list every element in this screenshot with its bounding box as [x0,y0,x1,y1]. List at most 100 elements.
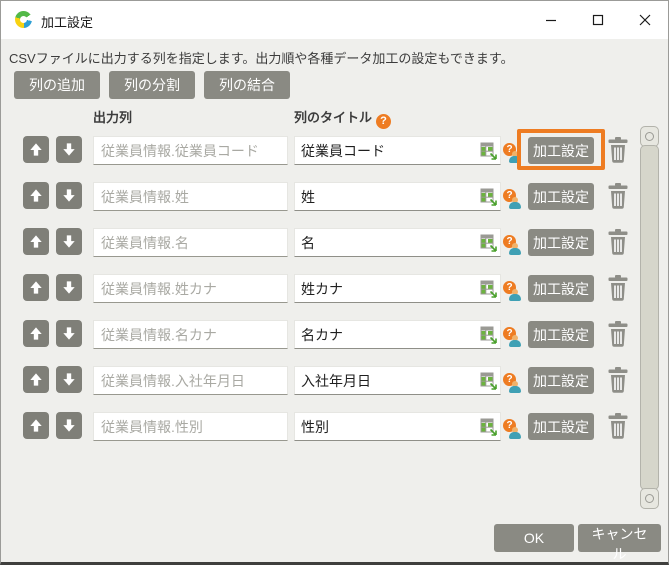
process-settings-button[interactable]: 加工設定 [528,413,594,440]
move-down-button[interactable] [56,136,82,163]
person-body [509,248,521,255]
move-down-button[interactable] [56,274,82,301]
move-up-button[interactable] [23,136,49,163]
move-up-button[interactable] [23,412,49,439]
column-row: ? 加工設定 [1,412,669,452]
move-down-button[interactable] [56,320,82,347]
help-question-icon[interactable]: ? [503,327,521,348]
ok-button[interactable]: OK [494,524,574,552]
person-body [509,294,521,301]
process-settings-button[interactable]: 加工設定 [528,367,594,394]
title-field [294,182,501,211]
move-up-button[interactable] [23,182,49,209]
table-select-icon[interactable] [480,234,497,252]
process-settings-button[interactable]: 加工設定 [528,137,594,164]
person-body [509,202,521,209]
output-column-input[interactable] [93,320,288,349]
trash-can-icon [607,275,629,301]
output-column-input[interactable] [93,412,288,441]
column-row: ? 加工設定 [1,182,669,222]
output-column-input[interactable] [93,136,288,165]
table-select-icon[interactable] [480,326,497,344]
arrow-up-icon [29,234,43,249]
process-settings-button[interactable]: 加工設定 [528,183,594,210]
trash-icon[interactable] [606,321,630,348]
title-field [294,412,501,441]
help-question-icon[interactable]: ? [503,281,521,302]
move-up-button[interactable] [23,274,49,301]
help-question-icon[interactable]: ? [503,189,521,210]
trash-can-icon [607,367,629,393]
column-title-input[interactable] [295,137,478,164]
move-up-button[interactable] [23,228,49,255]
help-question-icon[interactable]: ? [503,419,521,440]
trash-icon[interactable] [606,367,630,394]
trash-icon[interactable] [606,275,630,302]
process-settings-button[interactable]: 加工設定 [528,229,594,256]
column-title-input[interactable] [295,229,478,256]
table-select-icon[interactable] [480,188,497,206]
scroll-down-button[interactable] [640,488,659,509]
arrow-up-icon [29,280,43,295]
scroll-up-button[interactable] [640,126,659,147]
output-column-input[interactable] [93,182,288,211]
move-down-button[interactable] [56,228,82,255]
process-settings-button[interactable]: 加工設定 [528,275,594,302]
arrow-up-icon [29,372,43,387]
arrow-up-icon [29,326,43,341]
move-up-button[interactable] [23,320,49,347]
table-grid-icon [480,326,497,344]
output-column-input[interactable] [93,366,288,395]
trash-icon[interactable] [606,183,630,210]
table-grid-icon [480,372,497,390]
table-select-icon[interactable] [480,418,497,436]
table-grid-icon [480,418,497,436]
trash-icon[interactable] [606,137,630,164]
trash-icon[interactable] [606,413,630,440]
column-row: ? 加工設定 [1,136,669,176]
column-title-input[interactable] [295,275,478,302]
process-settings-button[interactable]: 加工設定 [528,321,594,348]
column-title-input[interactable] [295,413,478,440]
trash-icon[interactable] [606,229,630,256]
arrow-down-icon [62,280,76,295]
move-down-button[interactable] [56,366,82,393]
table-select-icon[interactable] [480,142,497,160]
trash-can-icon [607,413,629,439]
trash-can-icon [607,137,629,163]
arrow-down-icon [62,234,76,249]
person-body [509,156,521,163]
title-field [294,366,501,395]
arrow-up-icon [29,142,43,157]
column-title-input[interactable] [295,183,478,210]
arrow-down-icon [62,142,76,157]
cancel-button[interactable]: キャンセル [578,524,661,552]
move-up-button[interactable] [23,366,49,393]
help-question-icon[interactable]: ? [503,143,521,164]
table-select-icon[interactable] [480,372,497,390]
person-body [509,432,521,439]
help-question-icon[interactable]: ? [503,373,521,394]
table-grid-icon [480,188,497,206]
table-grid-icon [480,142,497,160]
help-question-icon[interactable]: ? [503,235,521,256]
output-column-input[interactable] [93,274,288,303]
column-title-input[interactable] [295,367,478,394]
scroll-down-icon [645,494,654,503]
title-field [294,228,501,257]
table-select-icon[interactable] [480,280,497,298]
move-down-button[interactable] [56,412,82,439]
title-field [294,136,501,165]
processing-settings-dialog: 加工設定 CSVファイルに出力する列を指定します。出力順や各種データ加工の設定も… [0,0,669,565]
column-row: ? 加工設定 [1,228,669,268]
scrollbar-thumb[interactable] [640,145,659,490]
title-field [294,274,501,303]
scrollbar [640,126,659,509]
output-column-input[interactable] [93,228,288,257]
person-body [509,386,521,393]
title-field [294,320,501,349]
arrow-up-icon [29,418,43,433]
column-title-input[interactable] [295,321,478,348]
scroll-up-icon [645,132,654,141]
move-down-button[interactable] [56,182,82,209]
